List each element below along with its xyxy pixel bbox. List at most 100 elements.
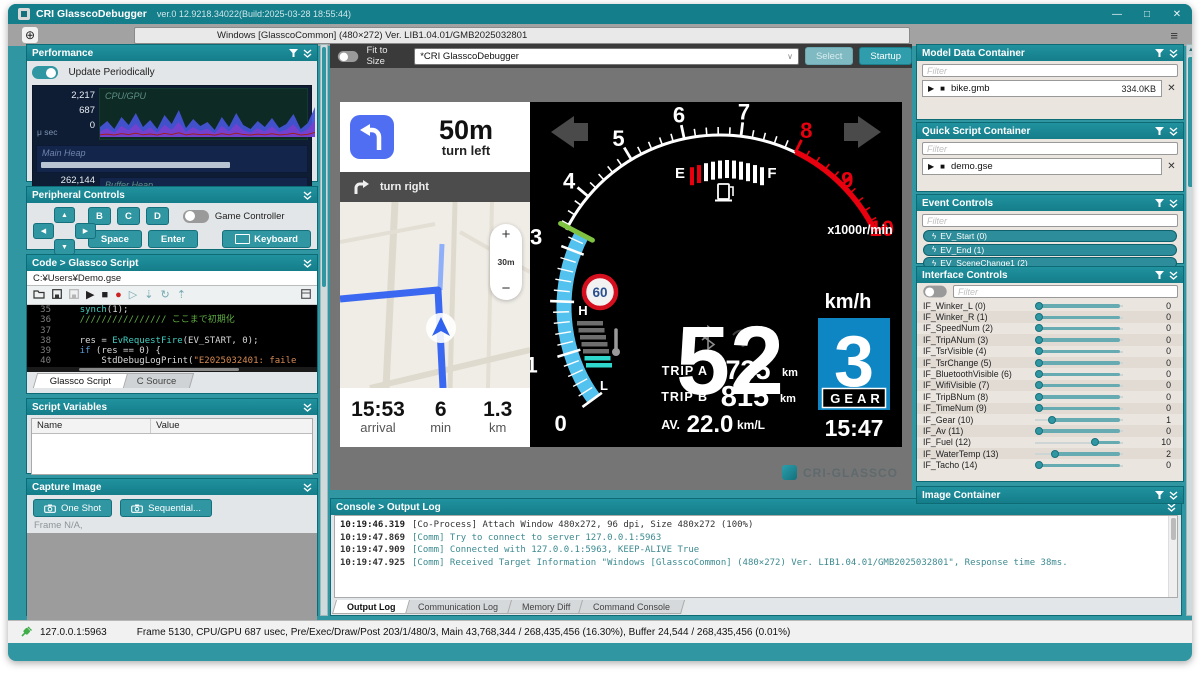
collapse-icon[interactable] [303,49,312,58]
remove-model-button[interactable]: ✕ [1165,83,1178,94]
step-over-icon[interactable]: ▷ [129,290,137,301]
capture-header[interactable]: Capture Image [27,479,317,495]
map-view[interactable]: + 30m − [340,202,530,388]
collapse-icon[interactable] [1169,199,1178,208]
quick-script-filter-input[interactable] [922,142,1178,155]
model-item[interactable]: ▶ ■ bike.gmb 334.0KB [922,80,1162,97]
quick-script-header[interactable]: Quick Script Container [917,123,1183,139]
variables-table-body[interactable] [32,434,312,474]
zoom-out-button[interactable]: − [502,282,511,296]
filter-icon[interactable] [1155,491,1164,499]
event-pill[interactable]: ϟEV_End (1) [923,244,1177,256]
code-line[interactable]: 37 [27,326,317,336]
tab-command-console[interactable]: Command Console [578,600,685,614]
collapse-icon[interactable] [303,191,312,200]
dpad-left-button[interactable]: ◀ [33,223,54,239]
dpad-right-button[interactable]: ▶ [75,223,96,239]
image-container-header[interactable]: Image Container [917,487,1183,503]
interface-slider[interactable] [1035,449,1131,459]
dpad-up-button[interactable]: ▲ [54,207,75,223]
open-file-icon[interactable] [33,286,45,304]
hamburger-menu-icon[interactable]: ≡ [1170,28,1178,43]
sequential-button[interactable]: Sequential... [120,499,212,517]
update-periodically-toggle[interactable] [32,66,58,79]
performance-header[interactable]: Performance [27,45,317,61]
code-line[interactable]: 36 //////////////// ここまで初期化 [27,315,317,325]
close-button[interactable]: ✕ [1162,4,1192,24]
stop-icon[interactable]: ■ [940,84,945,93]
interface-toggle[interactable] [923,286,946,298]
console-scrollbar[interactable] [1168,516,1177,597]
column-name[interactable]: Name [32,419,151,433]
filter-icon[interactable] [1155,127,1164,135]
event-controls-header[interactable]: Event Controls [917,195,1183,211]
interface-slider[interactable] [1035,460,1131,470]
code-line[interactable]: 40 StdDebugLogPrint("E2025032401: faile [27,356,317,366]
interface-slider[interactable] [1035,426,1131,436]
d-button[interactable]: D [146,207,169,225]
one-shot-button[interactable]: One Shot [33,499,112,517]
tab-glassco-script[interactable]: Glassco Script [33,373,129,388]
interface-slider[interactable] [1035,335,1131,345]
run-script-button[interactable]: ▶ [86,290,94,301]
save-all-icon[interactable] [69,286,79,304]
interface-slider[interactable] [1035,415,1131,425]
collapse-icon[interactable] [1169,49,1178,58]
filter-icon[interactable] [289,49,298,57]
interface-slider[interactable] [1035,392,1131,402]
output-log[interactable]: 10:19:46.319[Co-Process] Attach Window 4… [334,515,1178,598]
filter-icon[interactable] [1155,49,1164,57]
interface-controls-header[interactable]: Interface Controls [917,267,1183,283]
quick-script-item[interactable]: ▶ ■ demo.gse [922,158,1162,175]
interface-slider[interactable] [1035,323,1131,333]
collapse-icon[interactable] [303,483,312,492]
interface-slider[interactable] [1035,403,1131,413]
c-button[interactable]: C [117,207,140,225]
event-pill[interactable]: ϟEV_Start (0) [923,230,1177,242]
filter-icon[interactable] [1155,271,1164,279]
tab-memory-diff[interactable]: Memory Diff [507,600,585,614]
select-button[interactable]: Select [805,47,853,65]
script-variables-header[interactable]: Script Variables [27,399,317,415]
code-editor[interactable]: 35 synch(1);36 //////////////// ここまで初期化3… [27,305,317,367]
interface-slider[interactable] [1035,301,1131,311]
tab-communication-log[interactable]: Communication Log [403,600,513,614]
interface-filter-input[interactable] [953,285,1178,298]
collapse-icon[interactable] [1169,491,1178,500]
interface-slider[interactable] [1035,346,1131,356]
enter-button[interactable]: Enter [148,230,198,248]
tab-c-source[interactable]: C Source [120,373,194,388]
code-line[interactable]: 39 if (res == 0) { [27,346,317,356]
interface-slider[interactable] [1035,437,1131,447]
minimize-button[interactable]: — [1102,4,1132,24]
code-line[interactable]: 38 res = EvRequestFire(EV_START, 0); [27,336,317,346]
save-icon[interactable] [52,286,62,304]
collapse-icon[interactable] [1169,127,1178,136]
code-line[interactable]: 35 synch(1); [27,305,317,315]
model-filter-input[interactable] [922,64,1178,77]
editor-hscrollbar[interactable] [27,367,317,372]
model-data-header[interactable]: Model Data Container [917,45,1183,61]
play-icon[interactable]: ▶ [928,162,934,171]
tab-output-log[interactable]: Output Log [332,600,410,614]
step-restart-icon[interactable]: ↻ [160,290,169,301]
interface-slider[interactable] [1035,369,1131,379]
record-button[interactable]: ● [115,290,122,301]
target-dropdown[interactable]: *CRI GlasscoDebugger ∨ [414,48,799,65]
step-out-icon[interactable]: ⇡ [177,290,186,301]
remove-script-button[interactable]: ✕ [1165,161,1178,172]
collapse-icon[interactable] [303,259,312,268]
play-icon[interactable]: ▶ [928,84,934,93]
target-info-field[interactable]: Windows [GlasscoCommon] (480×272) Ver. L… [134,27,910,44]
right-scrollbar[interactable]: ▲ [1186,44,1192,616]
stop-script-button[interactable]: ■ [101,290,108,301]
interface-slider[interactable] [1035,380,1131,390]
startup-button[interactable]: Startup [859,47,912,65]
dpad-down-button[interactable]: ▼ [54,239,75,255]
interface-slider[interactable] [1035,312,1131,322]
peripheral-header[interactable]: Peripheral Controls [27,187,317,203]
fit-to-size-toggle[interactable] [338,50,359,61]
game-controller-toggle[interactable] [183,210,209,223]
code-header[interactable]: Code > Glassco Script [27,255,317,271]
panel-layout-icon[interactable] [301,286,311,304]
